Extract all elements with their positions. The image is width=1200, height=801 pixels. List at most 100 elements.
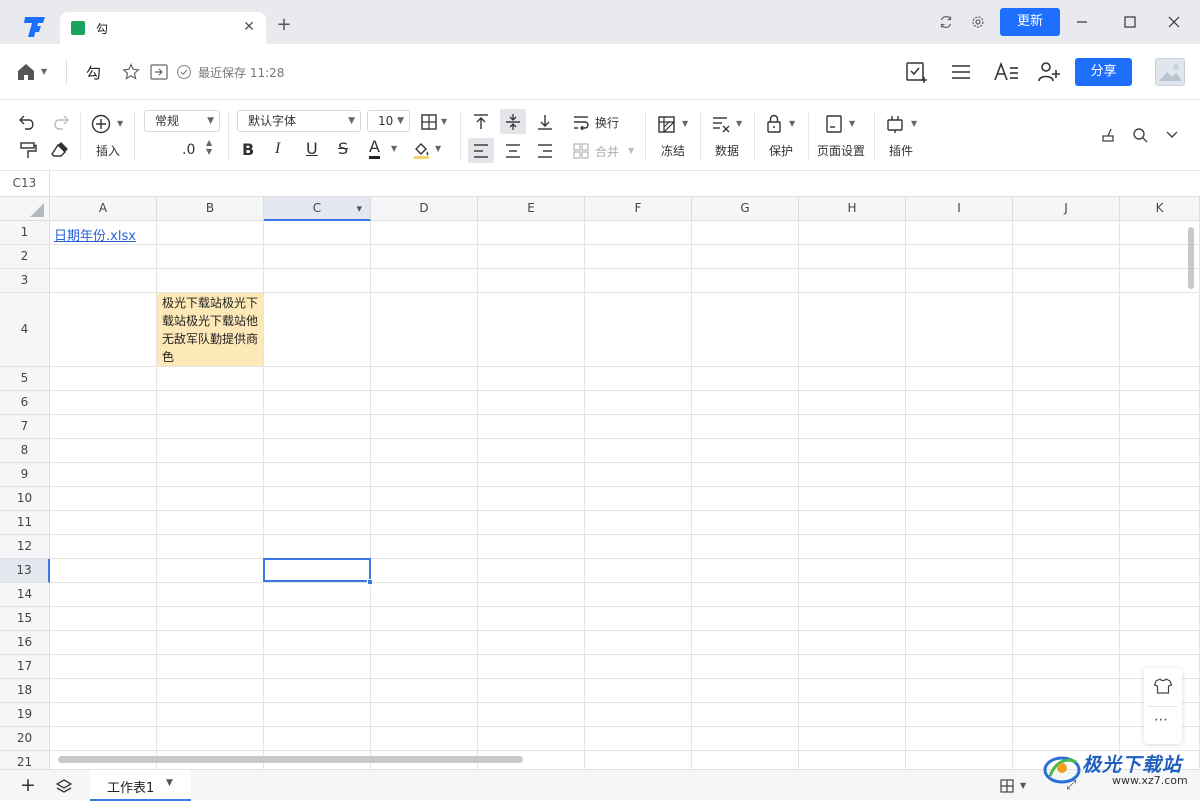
column-header[interactable]: C ▾: [264, 197, 371, 221]
data-label[interactable]: 数据: [715, 142, 739, 159]
star-icon[interactable]: [122, 63, 140, 81]
sheet-tab-chevron-down-icon[interactable]: ▼: [166, 778, 173, 788]
avatar[interactable]: [1155, 58, 1185, 86]
home-icon[interactable]: [16, 62, 36, 82]
row-header[interactable]: 15: [0, 607, 50, 631]
decimal-stepper-icon[interactable]: ▲ ▼: [206, 138, 212, 156]
page-setup-chevron-down-icon[interactable]: ▼: [849, 119, 855, 128]
column-header[interactable]: B: [157, 197, 264, 221]
column-header[interactable]: H: [799, 197, 906, 221]
row-header[interactable]: 8: [0, 439, 50, 463]
fill-handle[interactable]: [367, 579, 373, 585]
bold-icon[interactable]: B: [242, 140, 254, 159]
page-setup-icon[interactable]: [826, 115, 842, 133]
sync-icon[interactable]: [938, 14, 954, 30]
search-icon[interactable]: [1132, 127, 1148, 143]
column-filter-icon[interactable]: ▾: [356, 197, 362, 220]
row-header[interactable]: 18: [0, 679, 50, 703]
more-options-icon[interactable]: ⋯: [1154, 712, 1169, 728]
home-menu-chevron-down-icon[interactable]: ▼: [41, 67, 47, 76]
column-header[interactable]: J: [1013, 197, 1120, 221]
share-button[interactable]: 分享: [1075, 58, 1132, 86]
row-header[interactable]: 4: [0, 293, 50, 367]
shirt-theme-icon[interactable]: [1154, 678, 1172, 694]
plugin-chevron-down-icon[interactable]: ▼: [911, 119, 917, 128]
insert-label[interactable]: 插入: [96, 142, 120, 159]
borders-icon[interactable]: [420, 113, 438, 131]
wrap-text-icon[interactable]: [572, 113, 590, 131]
cell-a1-hyperlink[interactable]: 日期年份.xlsx: [54, 225, 136, 244]
view-mode-chevron-down-icon[interactable]: ▼: [1020, 781, 1026, 790]
row-header[interactable]: 19: [0, 703, 50, 727]
update-button[interactable]: 更新: [1000, 8, 1060, 36]
column-header[interactable]: G: [692, 197, 799, 221]
merge-chevron-down-icon[interactable]: ▼: [628, 146, 634, 155]
freeze-chevron-down-icon[interactable]: ▼: [682, 119, 688, 128]
review-check-icon[interactable]: [905, 60, 929, 84]
font-color-chevron-down-icon[interactable]: ▼: [391, 144, 397, 153]
row-header[interactable]: 16: [0, 631, 50, 655]
active-cell-selection[interactable]: [263, 558, 371, 582]
text-style-icon[interactable]: [993, 61, 1019, 83]
sheet-list-layers-icon[interactable]: [56, 778, 72, 794]
decimal-places-label[interactable]: .0: [182, 142, 195, 158]
collapse-toolbar-chevron-down-icon[interactable]: [1165, 129, 1179, 141]
font-family-select[interactable]: 默认字体 ▼: [237, 110, 361, 132]
move-to-folder-icon[interactable]: [150, 64, 168, 80]
align-left-icon[interactable]: [472, 142, 490, 160]
horizontal-scrollbar[interactable]: [58, 756, 523, 763]
row-header[interactable]: 12: [0, 535, 50, 559]
row-header[interactable]: 5: [0, 367, 50, 391]
document-title[interactable]: 勾: [86, 62, 101, 83]
page-setup-label[interactable]: 页面设置: [817, 142, 865, 159]
select-all-corner[interactable]: [0, 197, 50, 221]
align-bottom-icon[interactable]: [536, 113, 554, 131]
spreadsheet-grid[interactable]: A B C ▾ D E F G H I J K 1 2 3 4 5 6 7 8 9 10 11 12 13 14 15 16 17 18…: [0, 197, 1200, 769]
row-header[interactable]: 6: [0, 391, 50, 415]
column-header[interactable]: K: [1120, 197, 1200, 221]
row-header[interactable]: 17: [0, 655, 50, 679]
redo-icon[interactable]: [51, 114, 69, 130]
new-tab-icon[interactable]: +: [275, 16, 293, 34]
clear-format-eraser-icon[interactable]: [51, 141, 69, 159]
insert-chevron-down-icon[interactable]: ▼: [117, 119, 123, 128]
cell-b4[interactable]: 极光下载站极光下载站极光下载站他无敌军队勤提供商色: [157, 293, 263, 366]
formula-input[interactable]: [51, 171, 1200, 196]
align-middle-icon[interactable]: [504, 113, 522, 131]
row-header[interactable]: 9: [0, 463, 50, 487]
sheet-tab-active[interactable]: 工作表1 ▼: [90, 770, 191, 801]
freeze-panes-icon[interactable]: [658, 116, 675, 133]
data-chevron-down-icon[interactable]: ▼: [736, 119, 742, 128]
cell-reference-box[interactable]: C13: [0, 171, 50, 196]
maximize-icon[interactable]: [1122, 14, 1138, 30]
row-header[interactable]: 7: [0, 415, 50, 439]
row-header[interactable]: 2: [0, 245, 50, 269]
column-header[interactable]: D: [371, 197, 478, 221]
plugin-icon[interactable]: [886, 115, 904, 133]
underline-icon[interactable]: U: [306, 139, 318, 158]
add-collaborator-icon[interactable]: [1037, 61, 1061, 83]
row-header[interactable]: 10: [0, 487, 50, 511]
format-painter-icon[interactable]: [19, 141, 37, 159]
row-header[interactable]: 20: [0, 727, 50, 751]
brush-tool-icon[interactable]: [1099, 127, 1115, 143]
column-header[interactable]: F: [585, 197, 692, 221]
row-header[interactable]: 14: [0, 583, 50, 607]
number-format-select[interactable]: 常规 ▼: [144, 110, 220, 132]
fill-color-chevron-down-icon[interactable]: ▼: [435, 144, 441, 153]
row-header[interactable]: 1: [0, 221, 50, 245]
settings-gear-icon[interactable]: [970, 14, 986, 30]
row-header[interactable]: 13: [0, 559, 50, 583]
close-tab-icon[interactable]: ✕: [242, 20, 256, 34]
italic-icon[interactable]: I: [275, 140, 280, 158]
merge-cells-icon[interactable]: [572, 142, 590, 160]
column-header[interactable]: I: [906, 197, 1013, 221]
lock-icon[interactable]: [766, 114, 782, 133]
font-color-icon[interactable]: A: [369, 138, 380, 159]
vertical-scrollbar[interactable]: [1188, 227, 1194, 289]
borders-chevron-down-icon[interactable]: ▼: [441, 117, 447, 126]
data-filter-icon[interactable]: [712, 116, 730, 133]
protect-label[interactable]: 保护: [769, 142, 793, 159]
column-header[interactable]: E: [478, 197, 585, 221]
insert-plus-icon[interactable]: [91, 114, 111, 134]
